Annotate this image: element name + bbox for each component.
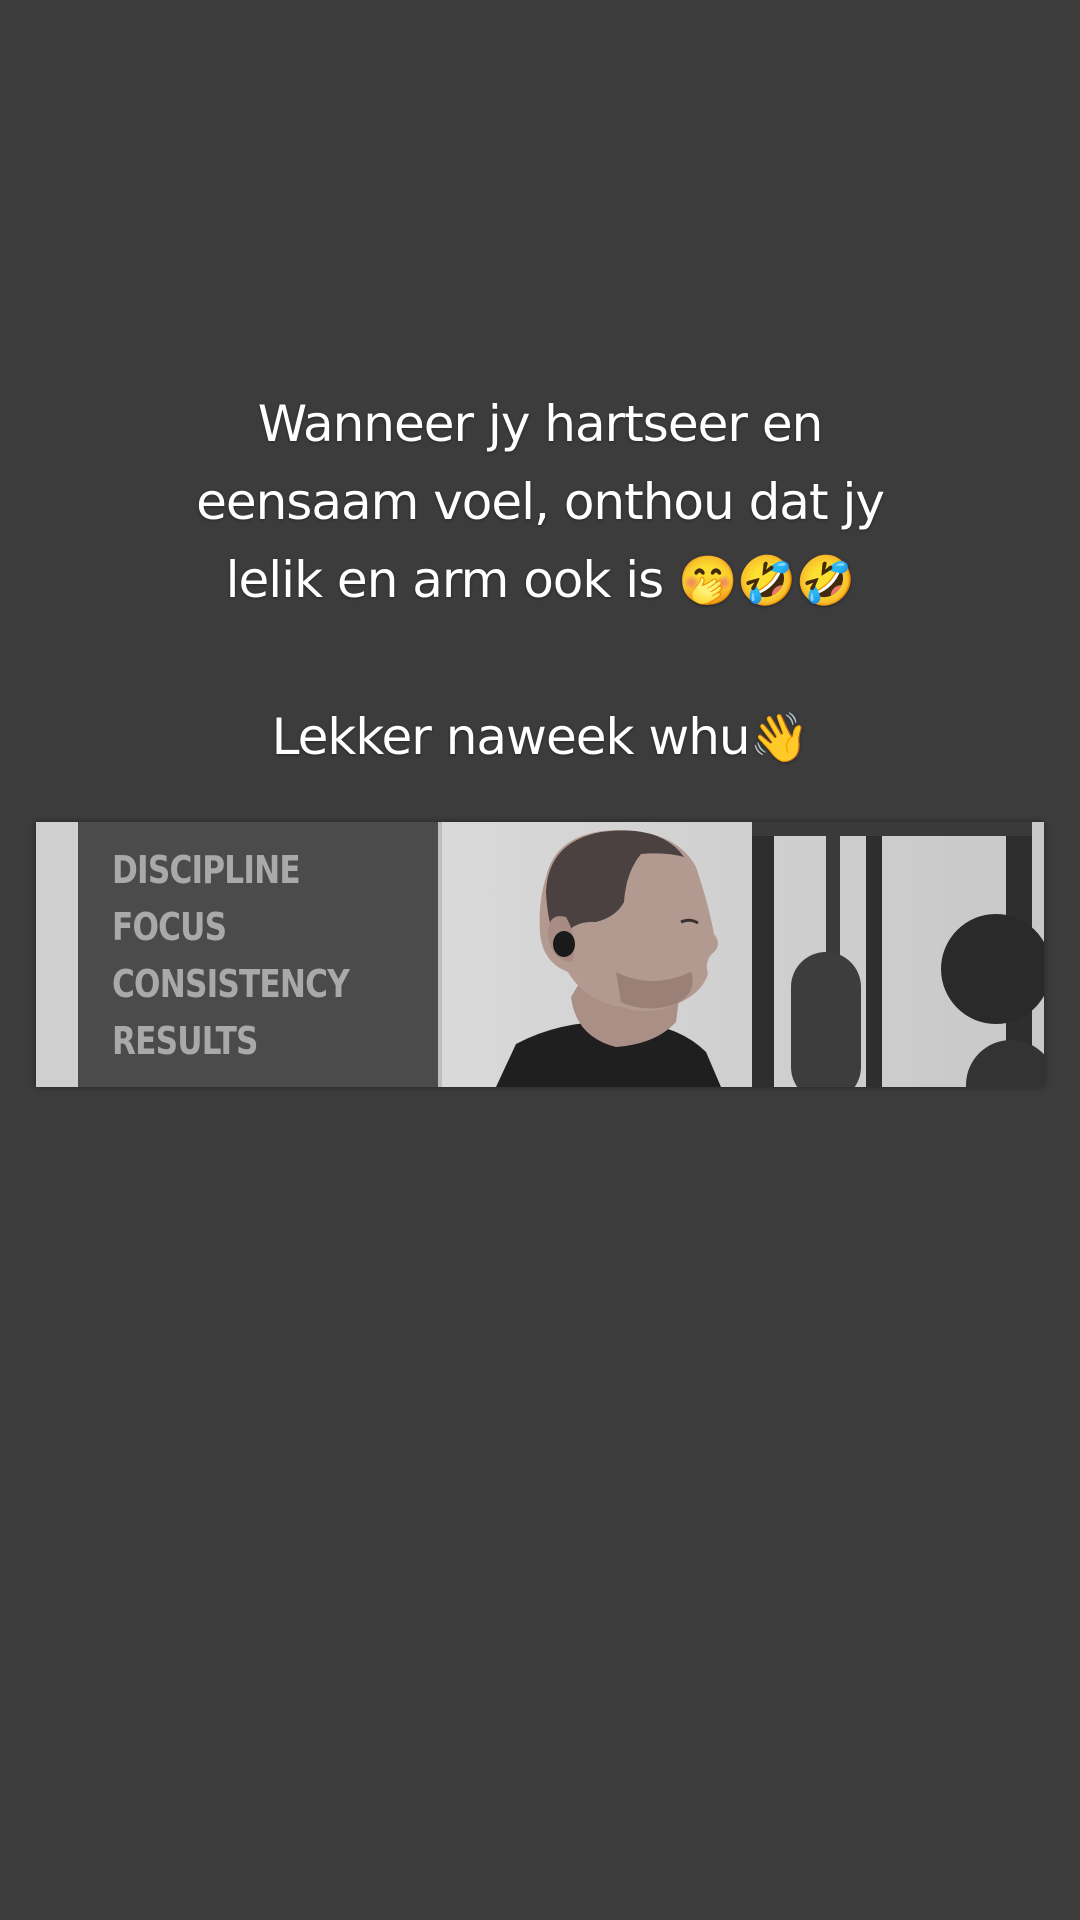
story-screen: Wanneer jy hartseer en eensaam voel, ont…	[0, 0, 1080, 1920]
caption-line-4-text: Lekker naweek whu	[271, 708, 751, 766]
weight-plate	[941, 914, 1044, 1024]
video-clip[interactable]: DISCIPLINE FOCUS CONSISTENCY RESULTS	[36, 822, 1044, 1087]
caption-text: Wanneer jy hartseer en eensaam voel, ont…	[0, 385, 1080, 777]
gym-rack-post	[866, 822, 882, 1087]
poster-word: FOCUS	[112, 905, 227, 949]
caption-line-4: Lekker naweek whu👋	[0, 698, 1080, 777]
poster-word: CONSISTENCY	[112, 962, 350, 1006]
person-figure	[496, 830, 721, 1087]
gym-motivation-poster: DISCIPLINE FOCUS CONSISTENCY RESULTS	[78, 822, 442, 1087]
caption-line-3: lelik en arm ook is 🤭🤣🤣	[0, 541, 1080, 620]
waving-hand-emoji-icon: 👋	[749, 710, 810, 766]
poster-word: RESULTS	[112, 1019, 258, 1063]
caption-line-3-text: lelik en arm ook is	[225, 551, 679, 609]
poster-words: DISCIPLINE FOCUS CONSISTENCY RESULTS	[112, 842, 350, 1070]
poster-word: DISCIPLINE	[112, 848, 301, 892]
gym-wall-left	[36, 822, 78, 1087]
laughing-emoji-icon: 🤭🤣🤣	[678, 553, 855, 609]
caption-line-2: eensaam voel, onthou dat jy	[196, 473, 885, 531]
caption-line-1: Wanneer jy hartseer en	[257, 395, 824, 453]
